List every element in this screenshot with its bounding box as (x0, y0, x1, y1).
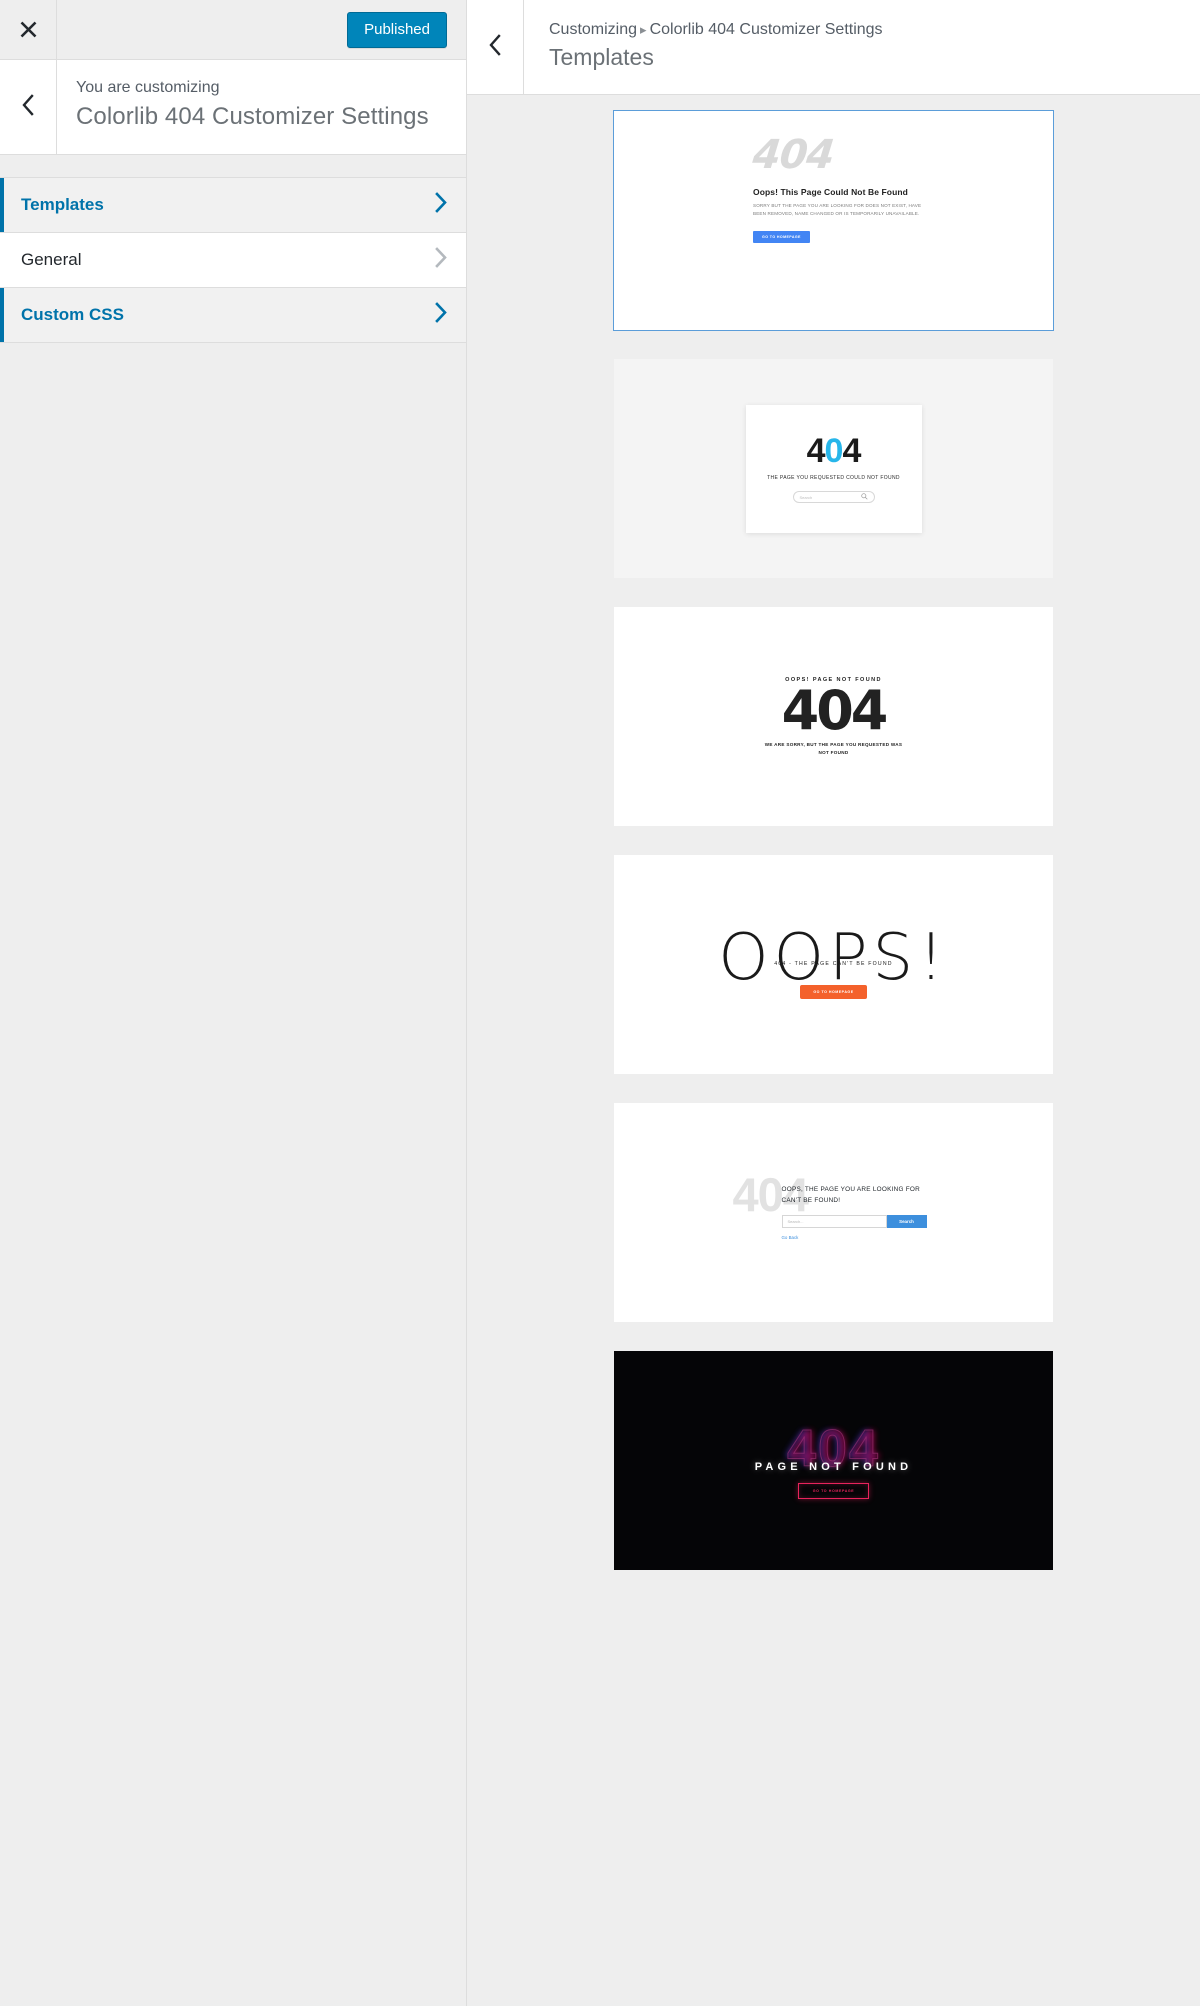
sidebar-item-label: Custom CSS (21, 304, 124, 324)
template-6-title: PAGE NOT FOUND (754, 1460, 913, 1473)
template-1-button: GO TO HOMEPAGE (753, 231, 810, 244)
template-5-go-back-link: Go Back (781, 1234, 799, 1240)
template-3-content: OOPS! PAGE NOT FOUND 404 WE ARE SORRY, B… (614, 607, 1053, 826)
customizing-kicker: You are customizing (76, 79, 220, 96)
template-card-4[interactable]: OOPS! 404 - THE PAGE CAN'T BE FOUND GO T… (614, 855, 1053, 1074)
template-2-code: 404 (806, 432, 862, 470)
template-thumbnail-list: 404 Oops! This Page Could Not Be Found S… (467, 95, 1200, 1570)
customizer-section-list: Templates General Custom CSS (0, 177, 466, 343)
template-card-5[interactable]: 404 OOPS, THE PAGE YOU ARE LOOKING FOR C… (614, 1103, 1053, 1322)
breadcrumb-root: Customizing (549, 21, 638, 38)
topbar-actions: Published (57, 0, 466, 59)
template-1-content: 404 Oops! This Page Could Not Be Found S… (614, 111, 1053, 244)
sidebar-back-button[interactable] (0, 60, 57, 154)
template-2-content: 404 THE PAGE YOU REQUESTED COULD NOT FOU… (745, 404, 922, 533)
customizer-header-text: You are customizing Colorlib 404 Customi… (57, 60, 466, 154)
breadcrumb-separator-icon: ▸ (640, 22, 647, 37)
template-4-button: GO TO HOMEPAGE (800, 985, 867, 1000)
template-5-search-input: Search... (781, 1214, 887, 1228)
template-1-code: 404 (750, 132, 836, 178)
template-card-1[interactable]: 404 Oops! This Page Could Not Be Found S… (613, 110, 1054, 331)
chevron-right-icon (435, 192, 448, 218)
breadcrumb: Customizing ▸ Colorlib 404 Customizer Sett… (549, 18, 1180, 41)
template-5-search-button: Search (886, 1214, 927, 1228)
template-4-headline: OOPS! (718, 920, 949, 995)
sidebar-item-label: Templates (21, 194, 104, 214)
chevron-right-icon (435, 247, 448, 273)
template-1-body: SORRY BUT THE PAGE YOU ARE LOOKING FOR D… (753, 203, 922, 217)
template-card-2[interactable]: 404 THE PAGE YOU REQUESTED COULD NOT FOU… (614, 359, 1053, 578)
panel-back-button[interactable] (467, 0, 524, 94)
close-customizer-button[interactable] (0, 0, 57, 59)
customizer-header: You are customizing Colorlib 404 Customi… (0, 60, 466, 155)
chevron-left-icon (487, 33, 503, 62)
customizer-screen: Published You are customizing Colorlib 4… (0, 0, 1200, 2006)
panel-header: Customizing ▸ Colorlib 404 Customizer Sett… (467, 0, 1200, 95)
breadcrumb-current: Colorlib 404 Customizer Settings (649, 21, 883, 38)
page-title: Templates (549, 44, 654, 71)
template-3-code: 404 (781, 679, 889, 742)
template-2-code-c: 4 (842, 432, 861, 470)
sidebar-spacer (0, 155, 466, 178)
close-x-icon (18, 19, 39, 40)
template-card-3[interactable]: OOPS! PAGE NOT FOUND 404 WE ARE SORRY, B… (614, 607, 1053, 826)
template-5-search-form: Search... Search (739, 1214, 929, 1228)
template-1-heading: Oops! This Page Could Not Be Found (753, 187, 908, 197)
chevron-left-icon (20, 93, 36, 122)
template-3-body: WE ARE SORRY, BUT THE PAGE YOU REQUESTED… (764, 742, 903, 755)
search-icon (860, 493, 868, 501)
sidebar-item-label: General (21, 249, 82, 269)
template-4-content: OOPS! 404 - THE PAGE CAN'T BE FOUND GO T… (614, 855, 1053, 1074)
published-button[interactable]: Published (347, 11, 447, 48)
template-2-code-a: 4 (806, 432, 826, 470)
template-6-button: GO TO HOMEPAGE (797, 1482, 870, 1499)
sidebar-item-general[interactable]: General (0, 232, 466, 288)
template-2-code-b: 0 (824, 432, 844, 470)
customizer-sidebar: Published You are customizing Colorlib 4… (0, 0, 467, 2006)
template-2-search-field: Search (792, 491, 875, 503)
templates-panel: Customizing ▸ Colorlib 404 Customizer Sett… (467, 0, 1200, 2006)
chevron-right-icon (435, 302, 448, 328)
template-4-subtitle: 404 - THE PAGE CAN'T BE FOUND (774, 961, 893, 968)
sidebar-item-custom-css[interactable]: Custom CSS (0, 287, 466, 343)
template-5-content: 404 OOPS, THE PAGE YOU ARE LOOKING FOR C… (733, 1171, 929, 1240)
sidebar-item-templates[interactable]: Templates (0, 177, 466, 233)
template-card-6[interactable]: 404 PAGE NOT FOUND GO TO HOMEPAGE (614, 1351, 1053, 1570)
template-6-content: 404 PAGE NOT FOUND GO TO HOMEPAGE (614, 1351, 1053, 1570)
customizer-title: Colorlib 404 Customizer Settings (76, 103, 429, 131)
panel-header-text: Customizing ▸ Colorlib 404 Customizer Sett… (524, 0, 1200, 94)
template-2-subtitle: THE PAGE YOU REQUESTED COULD NOT FOUND (767, 475, 900, 481)
template-5-heading: OOPS, THE PAGE YOU ARE LOOKING FOR CAN'T… (781, 1186, 920, 1204)
customizer-topbar: Published (0, 0, 466, 60)
template-2-search-placeholder: Search (799, 494, 813, 500)
